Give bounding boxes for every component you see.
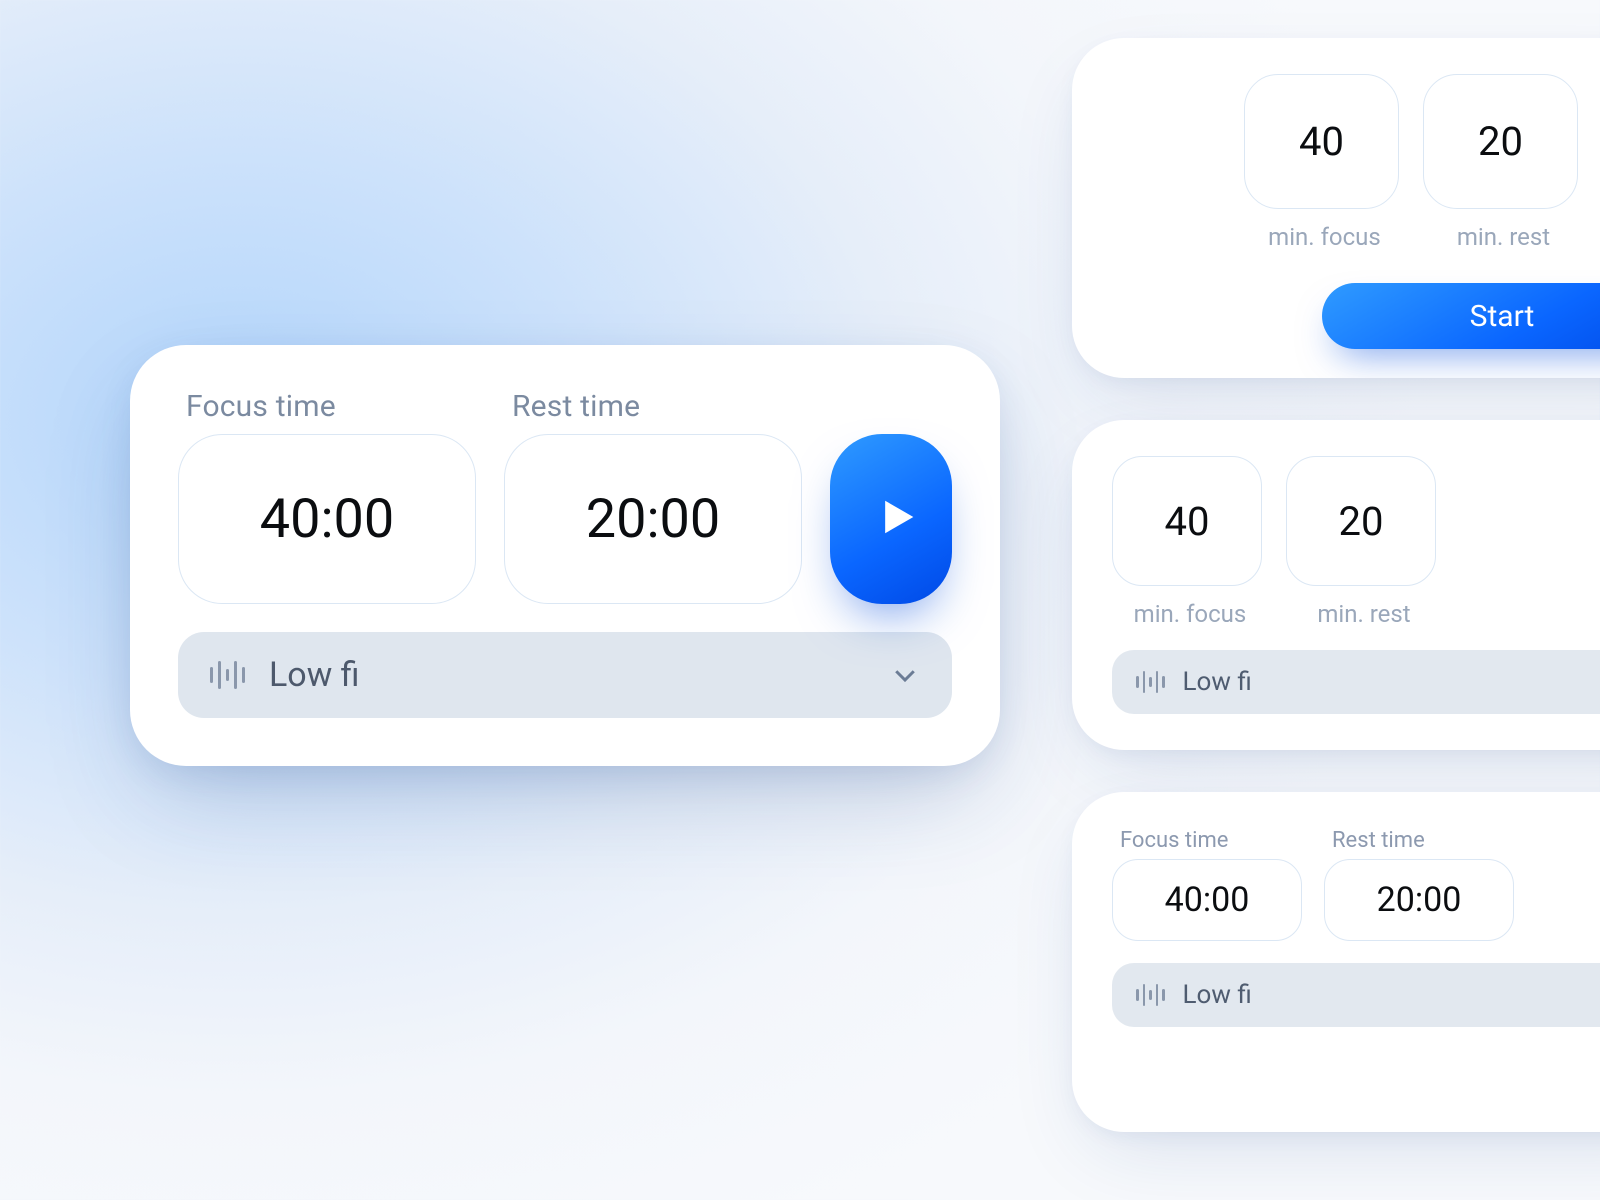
rest-time-col: Rest time 20:00 bbox=[504, 389, 802, 604]
rest-col: 20 min. rest bbox=[1286, 456, 1436, 628]
equalizer-icon bbox=[210, 657, 245, 693]
timer-inputs-row: 40 min. focus 20 min. rest bbox=[1112, 456, 1600, 628]
timer-card-variant-compact: 40 min. focus 20 min. rest Low fi bbox=[1072, 420, 1600, 750]
timer-card-variant-labeled: Focus time 40:00 Rest time 20:00 Low fi bbox=[1072, 792, 1600, 1132]
play-icon bbox=[860, 491, 922, 547]
start-button[interactable]: Start bbox=[1322, 283, 1600, 349]
focus-minutes-input[interactable]: 40 bbox=[1244, 74, 1399, 209]
rest-col: Rest time 20:00 bbox=[1324, 828, 1514, 941]
timer-inputs-row: Focus time 40:00 Rest time 20:00 bbox=[178, 389, 952, 604]
rest-col: 20 min. rest bbox=[1423, 74, 1578, 251]
equalizer-icon bbox=[1136, 984, 1165, 1006]
sound-select-label: Low fi bbox=[1183, 980, 1252, 1010]
rest-minutes-input[interactable]: 20 bbox=[1286, 456, 1436, 586]
rest-minutes-label: min. rest bbox=[1317, 600, 1410, 628]
focus-minutes-input[interactable]: 40 bbox=[1112, 456, 1262, 586]
rest-minutes-input[interactable]: 20 bbox=[1423, 74, 1578, 209]
sound-select[interactable]: Low fi bbox=[1112, 650, 1600, 714]
focus-col: Focus time 40:00 bbox=[1112, 828, 1302, 941]
focus-time-col: Focus time 40:00 bbox=[178, 389, 476, 604]
rest-time-label: Rest time bbox=[512, 389, 802, 424]
focus-time-input[interactable]: 40:00 bbox=[178, 434, 476, 604]
sound-select[interactable]: Low fi bbox=[1112, 963, 1600, 1027]
rest-minutes-label: min. rest bbox=[1457, 223, 1550, 251]
focus-time-input[interactable]: 40:00 bbox=[1112, 859, 1302, 941]
timer-card-variant-start: 40 min. focus 20 min. rest Start bbox=[1072, 38, 1600, 378]
chevron-down-icon bbox=[890, 660, 920, 690]
equalizer-icon bbox=[1136, 671, 1165, 693]
focus-time-label: Focus time bbox=[1120, 828, 1228, 853]
focus-minutes-label: min. focus bbox=[1268, 223, 1381, 251]
focus-col: 40 min. focus bbox=[1112, 456, 1262, 628]
timer-card-large: Focus time 40:00 Rest time 20:00 Low fi bbox=[130, 345, 1000, 766]
timer-inputs-row: 40 min. focus 20 min. rest bbox=[1244, 74, 1600, 251]
timer-inputs-row: Focus time 40:00 Rest time 20:00 bbox=[1112, 828, 1600, 941]
sound-select-label: Low fi bbox=[1183, 667, 1252, 697]
rest-time-label: Rest time bbox=[1332, 828, 1425, 853]
sound-select-label: Low fi bbox=[269, 655, 360, 695]
sound-select[interactable]: Low fi bbox=[178, 632, 952, 718]
rest-time-input[interactable]: 20:00 bbox=[1324, 859, 1514, 941]
rest-time-input[interactable]: 20:00 bbox=[504, 434, 802, 604]
play-button[interactable] bbox=[830, 434, 952, 604]
focus-col: 40 min. focus bbox=[1244, 74, 1399, 251]
focus-time-label: Focus time bbox=[186, 389, 476, 424]
focus-minutes-label: min. focus bbox=[1134, 600, 1247, 628]
